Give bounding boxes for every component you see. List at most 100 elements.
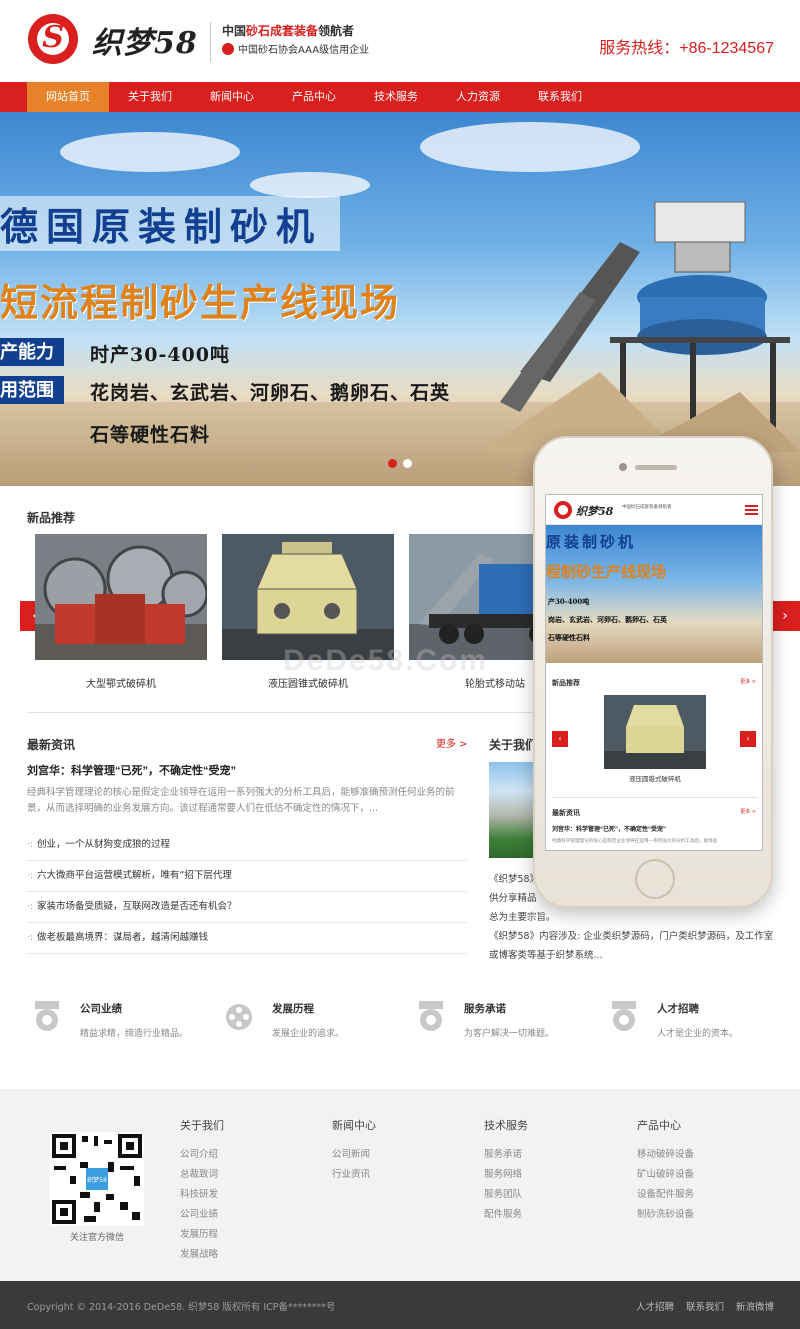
banner-scope: 花岗岩、玄武岩、河卵石、鹅卵石、石英 [90,382,451,404]
banner-subheadline: 短流程制砂生产线现场 [0,280,401,325]
mobile-product-name[interactable]: 液压圆锥式破碎机 [546,773,762,783]
about-line: 总为主要宗旨。 [489,912,556,923]
cloud-shape [250,172,370,198]
feature-item[interactable]: 人才招聘 人才是企业的资本。 [605,998,785,1048]
qr-code-image[interactable]: 织梦58 [50,1132,144,1226]
mobile-next-arrow[interactable]: › [740,731,756,747]
product-name[interactable]: 大型鄂式破碎机 [35,675,207,690]
mobile-banner-scope: 岗岩、玄武岩、河卵石、鹅卵石、石英 [548,615,667,624]
mobile-cone-crusher-image [604,695,706,769]
feature-subtitle: 发展企业的追求。 [272,1029,345,1039]
slide-dot-2[interactable] [403,459,412,468]
footer-link[interactable]: 行业资讯 [332,1165,376,1185]
slogan-sub: 中国砂石协会AAA级信用企业 [222,41,369,56]
mobile-banner-headline: 原装制砂机 [546,533,637,551]
mobile-more-link[interactable]: 更多 > [740,678,756,685]
sand-machine-image [480,201,800,452]
footer-link[interactable]: 公司介绍 [180,1145,224,1165]
list-item[interactable]: 做老板最高境界：谋局者，越清闲越赚钱 [27,923,467,954]
feature-item[interactable]: 公司业绩 精益求精，缔造行业精品。 [28,998,208,1048]
list-item[interactable]: 家装市场备受质疑，互联网改造是否还有机会？ [27,892,467,923]
feature-title: 公司业绩 [80,1003,122,1015]
nav-item-news[interactable]: 新闻中心 [191,82,273,112]
mobile-logo-text: 织梦58 [576,505,614,518]
footer-link[interactable]: 服务团队 [484,1185,528,1205]
feature-item[interactable]: 发展历程 发展企业的追求。 [220,998,400,1048]
cloud-shape [60,132,240,172]
slide-dot-1[interactable] [388,459,397,468]
phone-screen: 织梦58 中国砂石成套装备领航者 原装制砂机 程制砂生产线现场 产30-400吨… [545,494,763,851]
feature-title: 人才招聘 [657,1003,699,1015]
footer-col-title[interactable]: 产品中心 [637,1117,694,1133]
footer-col-title[interactable]: 新闻中心 [332,1117,376,1133]
hero-banner[interactable]: 德国原装制砂机 短流程制砂生产线现场 产能力 时产30-400吨 用范围 花岗岩… [0,112,800,486]
footer-link[interactable]: 总裁致词 [180,1165,224,1185]
nav-item-home[interactable]: 网站首页 [27,82,109,112]
mobile-banner-scope-2: 石等硬性石料 [548,633,590,642]
bottom-link-weibo[interactable]: 新浪微博 [736,1299,774,1313]
news-headline[interactable]: 刘宫华：科学管理“已死”，不确定性“受宠” [27,762,236,778]
footer-link[interactable]: 发展历程 [180,1225,224,1245]
banner-scope-2: 石等硬性石料 [90,424,211,446]
banner-headline: 德国原装制砂机 [0,196,341,251]
mobile-products-title: 新品推荐 [552,680,580,687]
bottom-link-jobs[interactable]: 人才招聘 [636,1299,674,1313]
nav-item-tech[interactable]: 技术服务 [355,82,437,112]
feature-title: 发展历程 [272,1003,314,1015]
logo-text[interactable]: 织梦58 [92,18,198,62]
mobile-prev-arrow[interactable]: ‹ [552,731,568,747]
phone-mockup: 织梦58 中国砂石成套装备领航者 原装制砂机 程制砂生产线现场 产30-400吨… [533,436,773,908]
footer-link[interactable]: 设备配件服务 [637,1185,694,1205]
phone-speaker [635,465,677,470]
footer-link[interactable]: 服务承诺 [484,1145,528,1165]
news-list: 创业，一个从豺狗变成狼的过程 六大微商平台运营模式解析，唯有“招下层代理 家装市… [27,830,467,954]
footer-link[interactable]: 公司新闻 [332,1145,376,1165]
phone-camera [619,463,627,471]
banner-capacity: 时产30-400吨 [90,344,230,366]
medal-icon [612,1001,636,1031]
footer-link[interactable]: 科技研发 [180,1185,224,1205]
medal-icon [35,1001,59,1031]
slogan: 中国砂石成套装备领航者 [222,24,355,38]
footer-col-title[interactable]: 关于我们 [180,1117,224,1133]
footer-link[interactable]: 移动破碎设备 [637,1145,694,1165]
bottom-link-contact[interactable]: 联系我们 [686,1299,724,1313]
mobile-banner-subheadline: 程制砂生产线现场 [546,563,667,581]
copyright-bar: Copyright © 2014-2016 DeDe58. 织梦58 版权所有 … [0,1281,800,1329]
footer-link[interactable]: 矿山破碎设备 [637,1165,694,1185]
mobile-banner: 原装制砂机 程制砂生产线现场 产30-400吨 岗岩、玄武岩、河卵石、鹅卵石、石… [546,525,762,663]
qr-caption: 关注官方微信 [69,1233,124,1243]
mobile-news-summary: 经典科学管理理论的核心是假定企业领导在运用一系列强大的分析工具后，能够准 [552,839,718,844]
footer-link[interactable]: 服务网络 [484,1165,528,1185]
list-item[interactable]: 六大微商平台运营模式解析，唯有“招下层代理 [27,861,467,892]
next-arrow-button[interactable]: › [770,601,800,631]
footer-link[interactable]: 制砂洗砂设备 [637,1205,694,1225]
feature-subtitle: 精益求精，缔造行业精品。 [80,1029,189,1039]
nav-item-products[interactable]: 产品中心 [273,82,355,112]
feature-subtitle: 为客户解决一切难题。 [464,1029,555,1039]
cone-crusher-image [222,534,394,660]
footer-link[interactable]: 发展战略 [180,1245,224,1265]
footer-col-products: 产品中心 移动破碎设备 矿山破碎设备 设备配件服务 制砂洗砂设备 [637,1117,694,1225]
news-summary: 经典科学管理理论的核心是假定企业领导在运用一系列强大的分析工具后，能够准确预测任… [27,787,455,814]
footer-link[interactable]: 公司业绩 [180,1205,224,1225]
list-item[interactable]: 创业，一个从豺狗变成狼的过程 [27,830,467,861]
qr-center-label: 织梦58 [87,1176,107,1184]
logo-divider [210,22,211,62]
mobile-divider [552,797,758,798]
footer-col-title[interactable]: 技术服务 [484,1117,528,1133]
hotline: 服务热线：+86-1234567 [599,40,774,57]
nav-item-hr[interactable]: 人力资源 [437,82,519,112]
site-header: S 织梦58 中国砂石成套装备领航者 中国砂石协会AAA级信用企业 服务热线：+… [0,0,800,82]
mobile-news-headline[interactable]: 刘宫华：科学管理“已死”，不确定性“受宠” [552,824,666,833]
banner-tag-scope: 用范围 [0,376,64,404]
news-more-link[interactable]: 更多 > [436,735,468,750]
hamburger-menu-icon[interactable] [745,505,758,515]
about-line: 《织梦58》内容涉及: 企业类织梦源码，门户类织梦源码，及工作室或博客类等基于织… [489,931,774,961]
mobile-news-more[interactable]: 更多 > [740,808,756,815]
product-card[interactable]: 大型鄂式破碎机 [35,534,209,690]
nav-item-contact[interactable]: 联系我们 [519,82,601,112]
footer-link[interactable]: 配件服务 [484,1205,528,1225]
nav-item-about[interactable]: 关于我们 [109,82,191,112]
feature-item[interactable]: 服务承诺 为客户解决一切难题。 [412,998,592,1048]
